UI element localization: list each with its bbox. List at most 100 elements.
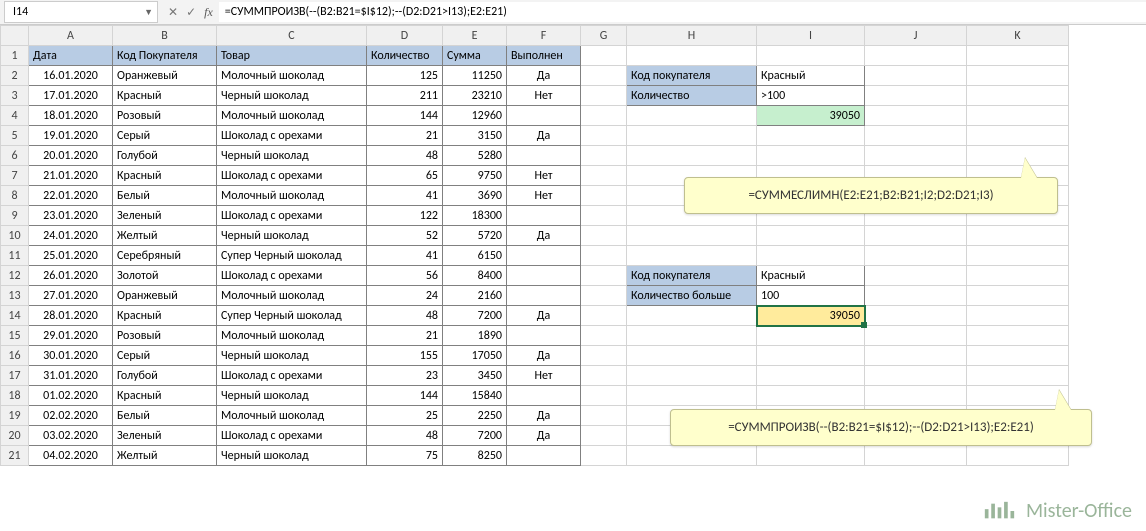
- cell-B15[interactable]: Розовый: [113, 326, 217, 346]
- cell-A20[interactable]: 03.02.2020: [29, 426, 113, 446]
- cell-C4[interactable]: Молочный шоколад: [217, 106, 367, 126]
- cell-I16[interactable]: [757, 346, 865, 366]
- cell-G12[interactable]: [581, 266, 627, 286]
- cell-B5[interactable]: Серый: [113, 126, 217, 146]
- cell-G15[interactable]: [581, 326, 627, 346]
- cell-E6[interactable]: 5280: [443, 146, 507, 166]
- cell-C3[interactable]: Черный шоколад: [217, 86, 367, 106]
- cell-A14[interactable]: 28.01.2020: [29, 306, 113, 326]
- cell-C7[interactable]: Шоколад с орехами: [217, 166, 367, 186]
- cell-K17[interactable]: [967, 366, 1069, 386]
- cell-J11[interactable]: [865, 246, 967, 266]
- cell-C1[interactable]: Товар: [217, 46, 367, 66]
- cell-F14[interactable]: Да: [507, 306, 581, 326]
- cell-K6[interactable]: [967, 146, 1069, 166]
- cell-E17[interactable]: 3450: [443, 366, 507, 386]
- cell-C10[interactable]: Черный шоколад: [217, 226, 367, 246]
- cell-D21[interactable]: 75: [367, 446, 443, 466]
- cell-G6[interactable]: [581, 146, 627, 166]
- cell-G5[interactable]: [581, 126, 627, 146]
- cell-K21[interactable]: [967, 446, 1069, 466]
- cell-F9[interactable]: [507, 206, 581, 226]
- cell-H13[interactable]: Количество больше: [627, 286, 757, 306]
- cell-I6[interactable]: [757, 146, 865, 166]
- cell-J3[interactable]: [865, 86, 967, 106]
- cell-B18[interactable]: Красный: [113, 386, 217, 406]
- cell-C14[interactable]: Супер Черный шоколад: [217, 306, 367, 326]
- row-header[interactable]: 13: [1, 286, 29, 306]
- cell-C11[interactable]: Супер Черный шоколад: [217, 246, 367, 266]
- cell-H21[interactable]: [627, 446, 757, 466]
- cell-H3[interactable]: Количество: [627, 86, 757, 106]
- cell-K15[interactable]: [967, 326, 1069, 346]
- row-header[interactable]: 21: [1, 446, 29, 466]
- row-header[interactable]: 6: [1, 146, 29, 166]
- row-header[interactable]: 7: [1, 166, 29, 186]
- cell-G17[interactable]: [581, 366, 627, 386]
- cell-F5[interactable]: Да: [507, 126, 581, 146]
- cell-J15[interactable]: [865, 326, 967, 346]
- cell-D20[interactable]: 48: [367, 426, 443, 446]
- cell-F10[interactable]: Да: [507, 226, 581, 246]
- cell-F4[interactable]: [507, 106, 581, 126]
- cell-A8[interactable]: 22.01.2020: [29, 186, 113, 206]
- cell-I3[interactable]: >100: [757, 86, 865, 106]
- cell-E1[interactable]: Сумма: [443, 46, 507, 66]
- cell-H2[interactable]: Код покупателя: [627, 66, 757, 86]
- cell-G9[interactable]: [581, 206, 627, 226]
- cell-E14[interactable]: 7200: [443, 306, 507, 326]
- cell-J1[interactable]: [865, 46, 967, 66]
- row-header[interactable]: 10: [1, 226, 29, 246]
- cell-D4[interactable]: 144: [367, 106, 443, 126]
- cell-G21[interactable]: [581, 446, 627, 466]
- cell-C2[interactable]: Молочный шоколад: [217, 66, 367, 86]
- cell-F8[interactable]: Нет: [507, 186, 581, 206]
- cell-C20[interactable]: Шоколад с орехами: [217, 426, 367, 446]
- cell-G1[interactable]: [581, 46, 627, 66]
- cell-E7[interactable]: 9750: [443, 166, 507, 186]
- cell-F20[interactable]: Да: [507, 426, 581, 446]
- cell-A3[interactable]: 17.01.2020: [29, 86, 113, 106]
- cell-E3[interactable]: 23210: [443, 86, 507, 106]
- cell-B19[interactable]: Белый: [113, 406, 217, 426]
- row-header[interactable]: 2: [1, 66, 29, 86]
- cell-H12[interactable]: Код покупателя: [627, 266, 757, 286]
- cell-D14[interactable]: 48: [367, 306, 443, 326]
- cell-F13[interactable]: [507, 286, 581, 306]
- cell-D6[interactable]: 48: [367, 146, 443, 166]
- cell-F2[interactable]: Да: [507, 66, 581, 86]
- cell-G19[interactable]: [581, 406, 627, 426]
- cell-F17[interactable]: Нет: [507, 366, 581, 386]
- column-header-F[interactable]: F: [507, 26, 581, 46]
- cell-I12[interactable]: Красный: [757, 266, 865, 286]
- cell-E9[interactable]: 18300: [443, 206, 507, 226]
- cell-J13[interactable]: [865, 286, 967, 306]
- cell-B17[interactable]: Голубой: [113, 366, 217, 386]
- column-header-B[interactable]: B: [113, 26, 217, 46]
- cell-J14[interactable]: [865, 306, 967, 326]
- cell-J17[interactable]: [865, 366, 967, 386]
- cell-G11[interactable]: [581, 246, 627, 266]
- cell-G10[interactable]: [581, 226, 627, 246]
- cell-G18[interactable]: [581, 386, 627, 406]
- cell-G14[interactable]: [581, 306, 627, 326]
- cell-C13[interactable]: Молочный шоколад: [217, 286, 367, 306]
- cell-I1[interactable]: [757, 46, 865, 66]
- cell-A16[interactable]: 30.01.2020: [29, 346, 113, 366]
- cell-C8[interactable]: Молочный шоколад: [217, 186, 367, 206]
- cell-D19[interactable]: 25: [367, 406, 443, 426]
- cell-J21[interactable]: [865, 446, 967, 466]
- cell-E4[interactable]: 12960: [443, 106, 507, 126]
- row-header[interactable]: 9: [1, 206, 29, 226]
- fx-icon[interactable]: fx: [204, 5, 213, 20]
- cell-C16[interactable]: Черный шоколад: [217, 346, 367, 366]
- cell-B12[interactable]: Золотой: [113, 266, 217, 286]
- cell-D1[interactable]: Количество: [367, 46, 443, 66]
- cell-D10[interactable]: 52: [367, 226, 443, 246]
- cell-F11[interactable]: [507, 246, 581, 266]
- cell-I21[interactable]: [757, 446, 865, 466]
- cell-J2[interactable]: [865, 66, 967, 86]
- cell-G8[interactable]: [581, 186, 627, 206]
- cell-A6[interactable]: 20.01.2020: [29, 146, 113, 166]
- cell-C19[interactable]: Молочный шоколад: [217, 406, 367, 426]
